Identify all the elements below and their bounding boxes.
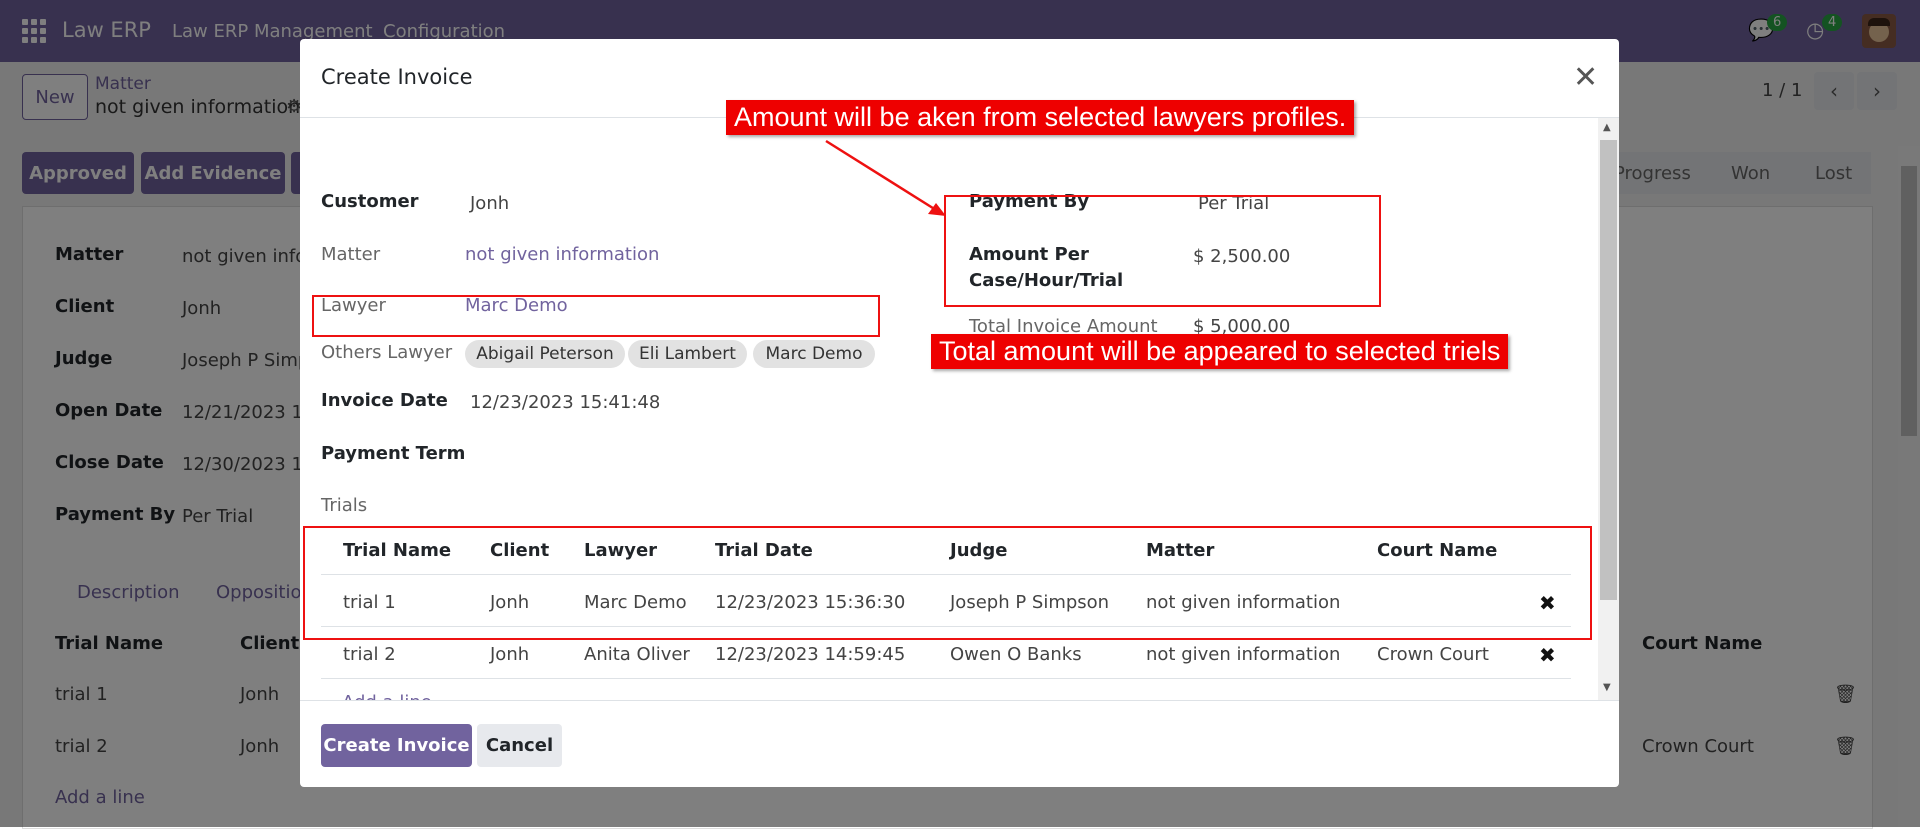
matter-label: Matter [321,244,381,265]
matter-field[interactable]: not given information [465,244,659,265]
trials-label: Trials [321,495,368,516]
remove-row-icon[interactable]: ✖ [1539,643,1556,667]
others-lawyer-label: Others Lawyer [321,342,453,363]
invoice-date-label: Invoice Date [321,390,448,411]
customer-label: Customer [321,191,419,212]
cell-trial-name[interactable]: trial 2 [343,644,396,665]
annotation-box-amount [944,195,1381,307]
close-icon[interactable]: ✕ [1573,63,1598,93]
row-divider [321,678,1571,679]
cell-matter[interactable]: not given information [1146,644,1340,665]
customer-field[interactable]: Jonh [470,193,509,214]
dialog-title: Create Invoice [321,65,473,89]
cell-trial-date[interactable]: 12/23/2023 14:59:45 [715,644,905,665]
dialog-scrollbar[interactable]: ▲ ▼ [1598,118,1619,700]
scroll-down-icon[interactable]: ▼ [1603,682,1611,693]
annotation-box-trials [303,526,1592,640]
lawyer-tag[interactable]: Abigail Peterson [465,340,625,368]
cell-lawyer[interactable]: Anita Oliver [584,644,690,665]
cancel-button[interactable]: Cancel [477,724,562,767]
payment-term-label: Payment Term [321,443,466,464]
footer-divider [300,700,1619,701]
cell-client[interactable]: Jonh [490,644,529,665]
cell-court-name[interactable]: Crown Court [1377,644,1489,665]
create-invoice-dialog: Create Invoice ✕ Customer Jonh Matter no… [300,39,1619,787]
cell-judge[interactable]: Owen O Banks [950,644,1082,665]
annotation-note-lawyer-profiles: Amount will be aken from selected lawyer… [726,100,1355,135]
lawyer-tag[interactable]: Marc Demo [753,340,875,368]
lawyer-tag[interactable]: Eli Lambert [628,340,747,368]
annotation-box-others-lawyer [312,295,880,337]
scroll-thumb[interactable] [1600,140,1617,600]
annotation-note-total-amount: Total amount will be appeared to selecte… [931,334,1509,369]
create-invoice-button[interactable]: Create Invoice [321,724,472,767]
add-line-link[interactable]: Add a line [342,692,432,700]
scroll-up-icon[interactable]: ▲ [1603,122,1611,133]
invoice-date-field[interactable]: 12/23/2023 15:41:48 [470,392,660,413]
